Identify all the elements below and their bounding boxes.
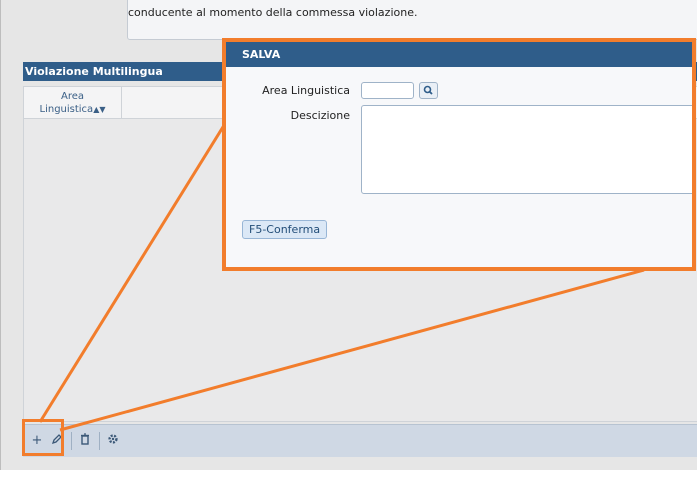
descrizione-label: Descizione bbox=[290, 109, 350, 122]
delete-button[interactable] bbox=[77, 433, 93, 449]
trash-icon bbox=[81, 433, 89, 445]
dialog-title: SALVA bbox=[226, 42, 692, 67]
area-linguistica-search-button[interactable] bbox=[419, 82, 438, 99]
gear-icon bbox=[108, 434, 118, 444]
dialog-body: Area Linguistica Descizione F5-Conferma bbox=[226, 67, 692, 267]
toolbar-highlight bbox=[22, 419, 64, 456]
area-linguistica-label: Area Linguistica bbox=[262, 84, 350, 97]
sort-icon[interactable]: ▲▼ bbox=[93, 103, 105, 116]
descrizione-textarea[interactable] bbox=[361, 105, 692, 194]
column-header-label: Area Linguistica bbox=[39, 91, 94, 115]
grid-toolbar: + bbox=[23, 424, 697, 457]
confirm-button[interactable]: F5-Conferma bbox=[242, 220, 328, 239]
search-icon bbox=[423, 85, 433, 95]
description-text: conducente al momento della commessa vio… bbox=[128, 6, 418, 19]
toolbar-separator bbox=[71, 432, 72, 450]
area-linguistica-input[interactable] bbox=[361, 82, 414, 99]
toolbar-separator bbox=[99, 432, 100, 450]
settings-button[interactable] bbox=[105, 433, 121, 449]
save-dialog-callout: SALVA Area Linguistica Descizione F5-Con… bbox=[222, 38, 696, 271]
column-header-area-linguistica[interactable]: Area Linguistica ▲▼ bbox=[24, 87, 122, 119]
